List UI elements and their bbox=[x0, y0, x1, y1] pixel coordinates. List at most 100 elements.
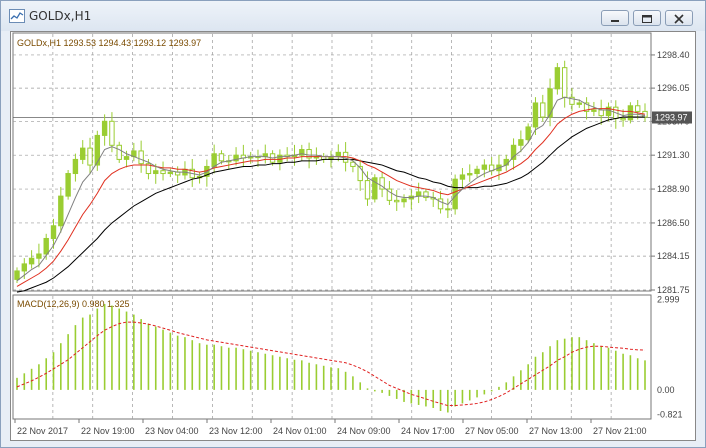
x-tick-label: 23 Nov 12:00 bbox=[209, 426, 263, 436]
macd-bar bbox=[447, 389, 449, 413]
minimize-button[interactable] bbox=[601, 10, 629, 26]
macd-bar bbox=[154, 326, 157, 390]
candle-body bbox=[36, 253, 42, 259]
candle-body bbox=[459, 174, 466, 180]
macd-bar bbox=[527, 364, 529, 390]
macd-bar bbox=[30, 368, 33, 390]
candle-body bbox=[540, 102, 546, 118]
chart-window: GOLDx,H1 1298.401296.051293.701291.30128… bbox=[0, 0, 706, 448]
macd-bar bbox=[249, 350, 252, 390]
candle-body bbox=[65, 173, 71, 197]
macd-bar bbox=[147, 323, 150, 390]
candle-body bbox=[43, 237, 49, 255]
macd-bar bbox=[125, 311, 128, 390]
macd-bar bbox=[162, 329, 164, 390]
candle-body bbox=[554, 67, 561, 90]
minimize-icon bbox=[611, 20, 619, 22]
macd-bar bbox=[96, 308, 99, 390]
macd-bar bbox=[439, 389, 442, 411]
candle-body bbox=[532, 102, 539, 128]
y-tick-label: 1298.40 bbox=[657, 50, 690, 60]
macd-bar bbox=[198, 343, 201, 390]
macd-bar bbox=[286, 358, 288, 390]
macd-bar bbox=[395, 389, 398, 399]
candle-body bbox=[116, 144, 122, 160]
x-tick-label: 27 Nov 05:00 bbox=[465, 426, 519, 436]
candle-body bbox=[50, 225, 57, 239]
candle-body bbox=[394, 199, 400, 203]
maximize-button[interactable] bbox=[633, 10, 661, 26]
candle-body bbox=[80, 147, 86, 160]
macd-bar bbox=[461, 389, 464, 404]
macd-bar bbox=[308, 362, 310, 390]
x-tick-label: 23 Nov 04:00 bbox=[145, 426, 199, 436]
candle-body bbox=[109, 120, 115, 146]
macd-bar bbox=[607, 347, 610, 390]
macd-bar bbox=[220, 346, 223, 390]
x-tick-label: 24 Nov 17:00 bbox=[401, 426, 455, 436]
macd-bar bbox=[614, 350, 617, 390]
candle-body bbox=[401, 198, 407, 203]
x-tick-label: 24 Nov 09:00 bbox=[337, 426, 391, 436]
y-tick-label: 1291.30 bbox=[657, 150, 690, 160]
macd-bar bbox=[622, 353, 624, 390]
macd-bar bbox=[213, 344, 215, 390]
macd-bar bbox=[293, 359, 296, 390]
macd-bar bbox=[410, 389, 413, 404]
candle-body bbox=[58, 195, 64, 227]
window-title: GOLDx,H1 bbox=[29, 9, 92, 23]
price-chart[interactable]: 1298.401296.051293.701291.301288.901286.… bbox=[11, 32, 695, 440]
macd-bar bbox=[322, 365, 325, 390]
candle-body bbox=[72, 158, 79, 175]
candle-body bbox=[160, 170, 166, 175]
macd-bar bbox=[133, 314, 135, 390]
candle-body bbox=[101, 120, 108, 136]
candle-body bbox=[467, 173, 473, 176]
macd-bar bbox=[235, 347, 237, 390]
candle-body bbox=[167, 171, 174, 175]
macd-bar bbox=[103, 304, 106, 390]
x-tick-label: 22 Nov 2017 bbox=[17, 426, 68, 436]
macd-bar bbox=[74, 325, 77, 390]
candle-body bbox=[123, 156, 130, 160]
candle-body bbox=[218, 153, 225, 162]
macd-bar bbox=[454, 389, 456, 407]
candle-body bbox=[525, 126, 531, 141]
macd-bar bbox=[629, 355, 632, 390]
chart-icon bbox=[9, 9, 25, 23]
macd-bar bbox=[520, 370, 522, 390]
close-button[interactable] bbox=[665, 10, 693, 26]
macd-bar bbox=[67, 334, 69, 390]
title-bar[interactable]: GOLDx,H1 bbox=[1, 1, 705, 31]
macd-bar bbox=[636, 358, 639, 390]
macd-bar bbox=[337, 368, 340, 390]
macd-bar bbox=[468, 389, 471, 401]
candle-body bbox=[503, 158, 509, 166]
macd-y-tick-label: 0.00 bbox=[657, 385, 675, 395]
macd-bar bbox=[571, 337, 573, 390]
macd-bar bbox=[549, 346, 551, 390]
macd-y-tick-label: 2.999 bbox=[657, 295, 680, 305]
candle-body bbox=[211, 153, 217, 167]
macd-bar bbox=[206, 344, 208, 390]
macd-bar bbox=[483, 389, 486, 395]
macd-bar bbox=[23, 373, 26, 390]
macd-header: MACD(12,26,9) 0.980 1.325 bbox=[17, 299, 130, 309]
y-tick-label: 1296.05 bbox=[657, 83, 690, 93]
macd-bar bbox=[534, 356, 537, 390]
macd-bar bbox=[359, 382, 362, 390]
macd-bar bbox=[257, 352, 259, 390]
macd-bar bbox=[271, 355, 274, 390]
candle-body bbox=[21, 263, 28, 272]
macd-bar bbox=[417, 389, 420, 405]
candle-body bbox=[576, 102, 582, 105]
macd-bar bbox=[366, 388, 369, 390]
candle-body bbox=[94, 134, 101, 166]
candle-body bbox=[518, 139, 524, 146]
candle-body bbox=[481, 164, 488, 170]
macd-bar bbox=[118, 308, 121, 390]
chart-area[interactable]: 1298.401296.051293.701291.301288.901286.… bbox=[10, 31, 696, 441]
macd-bar bbox=[432, 389, 435, 408]
x-tick-label: 24 Nov 01:00 bbox=[273, 426, 327, 436]
candle-body bbox=[364, 180, 371, 200]
